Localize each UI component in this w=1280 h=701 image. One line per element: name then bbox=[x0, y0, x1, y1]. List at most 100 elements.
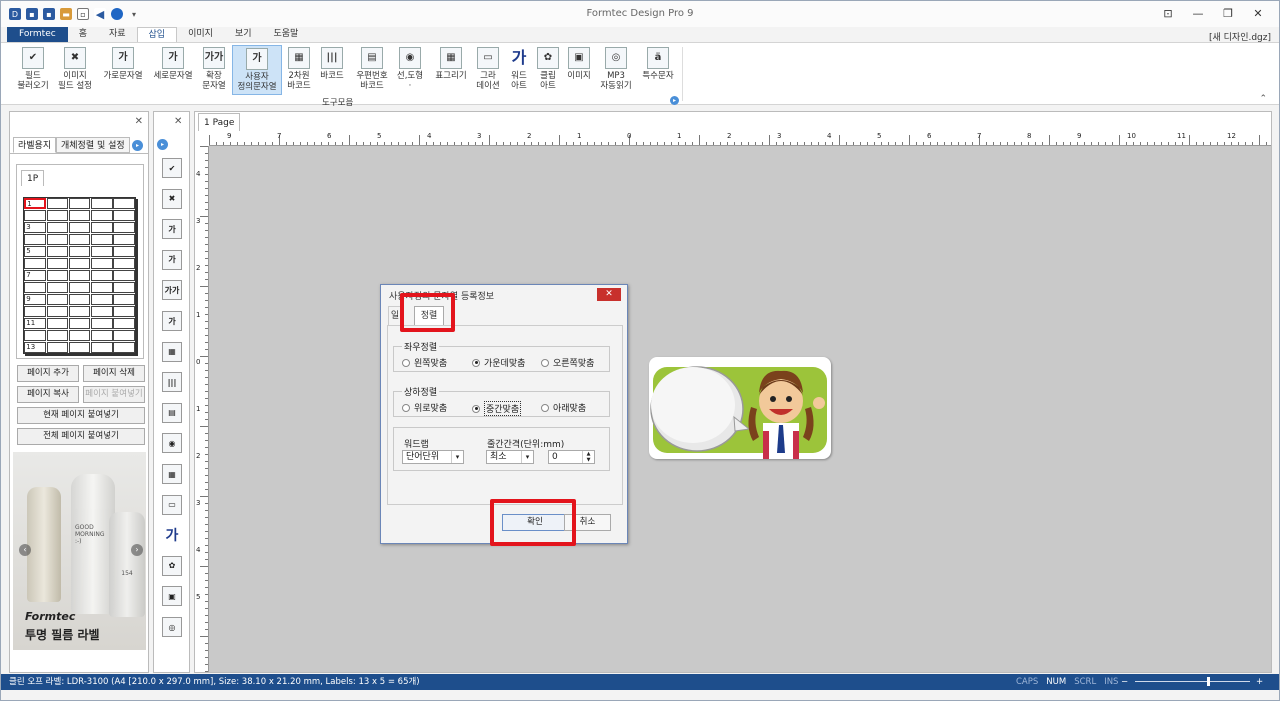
sheet-cell[interactable] bbox=[113, 234, 135, 245]
page-tab-1p[interactable]: 1P bbox=[21, 170, 45, 186]
sheet-cell[interactable] bbox=[46, 330, 69, 341]
ribbon-button-table[interactable]: ▦ 표그리기 bbox=[432, 45, 470, 81]
vertical-text-icon[interactable]: 가 bbox=[162, 249, 182, 270]
horizontal-text-icon[interactable]: 가 bbox=[162, 219, 182, 240]
ribbon-button-image-field[interactable]: ✖ 이미지 필드 설정 bbox=[53, 45, 97, 91]
image-field-icon[interactable]: ✖ bbox=[162, 188, 182, 209]
sheet-cell[interactable] bbox=[113, 318, 135, 329]
ribbon-button-gradient[interactable]: ▭ 그라 데이션 bbox=[474, 45, 502, 91]
sheet-cell[interactable] bbox=[90, 294, 113, 305]
sheet-cell[interactable]: 3 bbox=[24, 222, 46, 233]
qr-code-icon[interactable]: ▦ bbox=[162, 341, 182, 362]
panel-nav-icon[interactable]: ▸ bbox=[132, 140, 143, 151]
sheet-cell[interactable] bbox=[113, 270, 135, 281]
wordwrap-select[interactable]: 단어단위 ▾ bbox=[402, 450, 464, 464]
tab-label-paper[interactable]: 라벨용지 bbox=[13, 137, 57, 153]
sheet-cell[interactable]: 1 bbox=[24, 198, 46, 209]
ribbon-button-clipart[interactable]: ✿ 클립 아트 bbox=[534, 45, 562, 91]
ribbon-button-user-defined-text[interactable]: 가 사용자 정의문자열 bbox=[232, 45, 282, 95]
tab-6[interactable]: 도움말 bbox=[263, 27, 310, 42]
canvas[interactable] bbox=[209, 146, 1271, 672]
sheet-cell[interactable] bbox=[68, 198, 91, 209]
tab-2[interactable]: 자료 bbox=[98, 27, 137, 42]
sheet-cell[interactable] bbox=[68, 258, 91, 269]
sheet-cell[interactable] bbox=[68, 246, 91, 257]
ribbon-button-wordart[interactable]: 가 워드 아트 bbox=[506, 45, 532, 92]
paste-page-button[interactable]: 페이지 붙여넣기 bbox=[83, 386, 145, 403]
sheet-cell[interactable] bbox=[90, 282, 113, 293]
tab-5[interactable]: 보기 bbox=[224, 27, 263, 42]
sheet-cell[interactable] bbox=[68, 234, 91, 245]
sheet-cell[interactable] bbox=[46, 258, 69, 269]
spacing-mode-select[interactable]: 최소 ▾ bbox=[486, 450, 534, 464]
tab-object-align[interactable]: 개체정렬 및 설정 bbox=[56, 137, 130, 153]
sheet-cell[interactable] bbox=[68, 342, 91, 353]
toolbox-close-icon[interactable]: ✕ bbox=[174, 116, 182, 127]
user-defined-text-icon[interactable]: 가 bbox=[162, 311, 182, 331]
sheet-cell[interactable] bbox=[113, 306, 135, 317]
dialog-close-icon[interactable]: ✕ bbox=[597, 288, 621, 301]
image-icon[interactable]: ▣ bbox=[162, 586, 182, 607]
ribbon-button-special-char[interactable]: ä 특수문자 bbox=[638, 45, 678, 81]
sheet-cell[interactable] bbox=[90, 306, 113, 317]
sheet-cell[interactable] bbox=[90, 222, 113, 233]
sheet-cell[interactable] bbox=[24, 282, 46, 293]
ad-banner[interactable]: GOOD MORNING :-) 154 ‹ › Formtec 투명 필름 라… bbox=[13, 452, 146, 650]
align-bottom-radio[interactable]: 아래맞춤 bbox=[541, 401, 586, 414]
sheet-cell[interactable] bbox=[68, 210, 91, 221]
sheet-cell[interactable] bbox=[24, 234, 46, 245]
toolbox-nav-icon[interactable]: ▸ bbox=[157, 139, 168, 150]
sheet-cell[interactable] bbox=[113, 294, 135, 305]
zoom-in-icon[interactable]: + bbox=[1256, 674, 1263, 690]
sheet-cell[interactable] bbox=[90, 246, 113, 257]
panel-close-icon[interactable]: ✕ bbox=[135, 116, 143, 127]
sheet-cell[interactable] bbox=[46, 294, 69, 305]
sheet-cell[interactable] bbox=[113, 198, 135, 209]
sheet-cell[interactable] bbox=[24, 306, 46, 317]
sheet-cell[interactable] bbox=[90, 234, 113, 245]
ribbon-button-shapes[interactable]: ◉ 선,도형 · bbox=[393, 45, 427, 91]
ad-prev-icon[interactable]: ‹ bbox=[19, 544, 31, 556]
sheet-cell[interactable]: 9 bbox=[24, 294, 46, 305]
sheet-cell[interactable] bbox=[90, 330, 113, 341]
ribbon-display-icon[interactable]: ⊡ bbox=[1153, 5, 1183, 23]
sheet-cell[interactable] bbox=[46, 318, 69, 329]
ribbon-button-mp3-disc[interactable]: ◎ MP3 자동읽기 bbox=[599, 45, 633, 91]
delete-page-button[interactable]: 페이지 삭제 bbox=[83, 365, 145, 382]
sheet-cell[interactable] bbox=[46, 210, 69, 221]
sheet-cell[interactable] bbox=[90, 342, 113, 353]
ribbon-button-qr-code[interactable]: ▦ 2차원 바코드 bbox=[285, 45, 313, 91]
postal-barcode-icon[interactable]: ▤ bbox=[162, 402, 182, 423]
group-expand-icon[interactable]: ▸ bbox=[670, 96, 679, 105]
sheet-cell[interactable]: 5 bbox=[24, 246, 46, 257]
sheet-cell[interactable] bbox=[46, 234, 69, 245]
sheet-cell[interactable] bbox=[24, 210, 46, 221]
minimize-icon[interactable]: — bbox=[1183, 5, 1213, 23]
sheet-cell[interactable] bbox=[113, 222, 135, 233]
add-page-button[interactable]: 페이지 추가 bbox=[17, 365, 79, 382]
paste-all-pages-button[interactable]: 전체 페이지 붙여넣기 bbox=[17, 428, 145, 445]
tab-1[interactable]: 홈 bbox=[68, 27, 98, 42]
align-center-radio[interactable]: 가운데맞춤 bbox=[472, 356, 525, 369]
sheet-cell[interactable] bbox=[46, 282, 69, 293]
shapes-icon[interactable]: ◉ bbox=[162, 433, 182, 454]
tab-0[interactable]: Formtec bbox=[7, 27, 68, 42]
sheet-cell[interactable] bbox=[68, 222, 91, 233]
copy-page-button[interactable]: 페이지 복사 bbox=[17, 386, 79, 403]
sheet-cell[interactable] bbox=[46, 270, 69, 281]
sheet-cell[interactable] bbox=[90, 258, 113, 269]
sheet-cell[interactable] bbox=[68, 330, 91, 341]
align-right-radio[interactable]: 오른쪽맞춤 bbox=[541, 356, 594, 369]
ribbon-button-vertical-text[interactable]: 가 세로문자열 bbox=[151, 45, 195, 81]
paste-current-page-button[interactable]: 현재 페이지 붙여넣기 bbox=[17, 407, 145, 424]
clipart-icon[interactable]: ✿ bbox=[162, 555, 182, 576]
sheet-cell[interactable] bbox=[113, 246, 135, 257]
extended-text-icon[interactable]: 가가 bbox=[162, 280, 182, 301]
sheet-cell[interactable] bbox=[90, 210, 113, 221]
sheet-cell[interactable]: 7 bbox=[24, 270, 46, 281]
ribbon-button-extended-text[interactable]: 가가 확장 문자열 bbox=[199, 45, 229, 91]
sheet-cell[interactable] bbox=[46, 246, 69, 257]
sheet-cell[interactable] bbox=[113, 258, 135, 269]
sheet-cell[interactable] bbox=[68, 318, 91, 329]
spacing-value-stepper[interactable]: 0 ▲ ▼ bbox=[548, 450, 595, 464]
